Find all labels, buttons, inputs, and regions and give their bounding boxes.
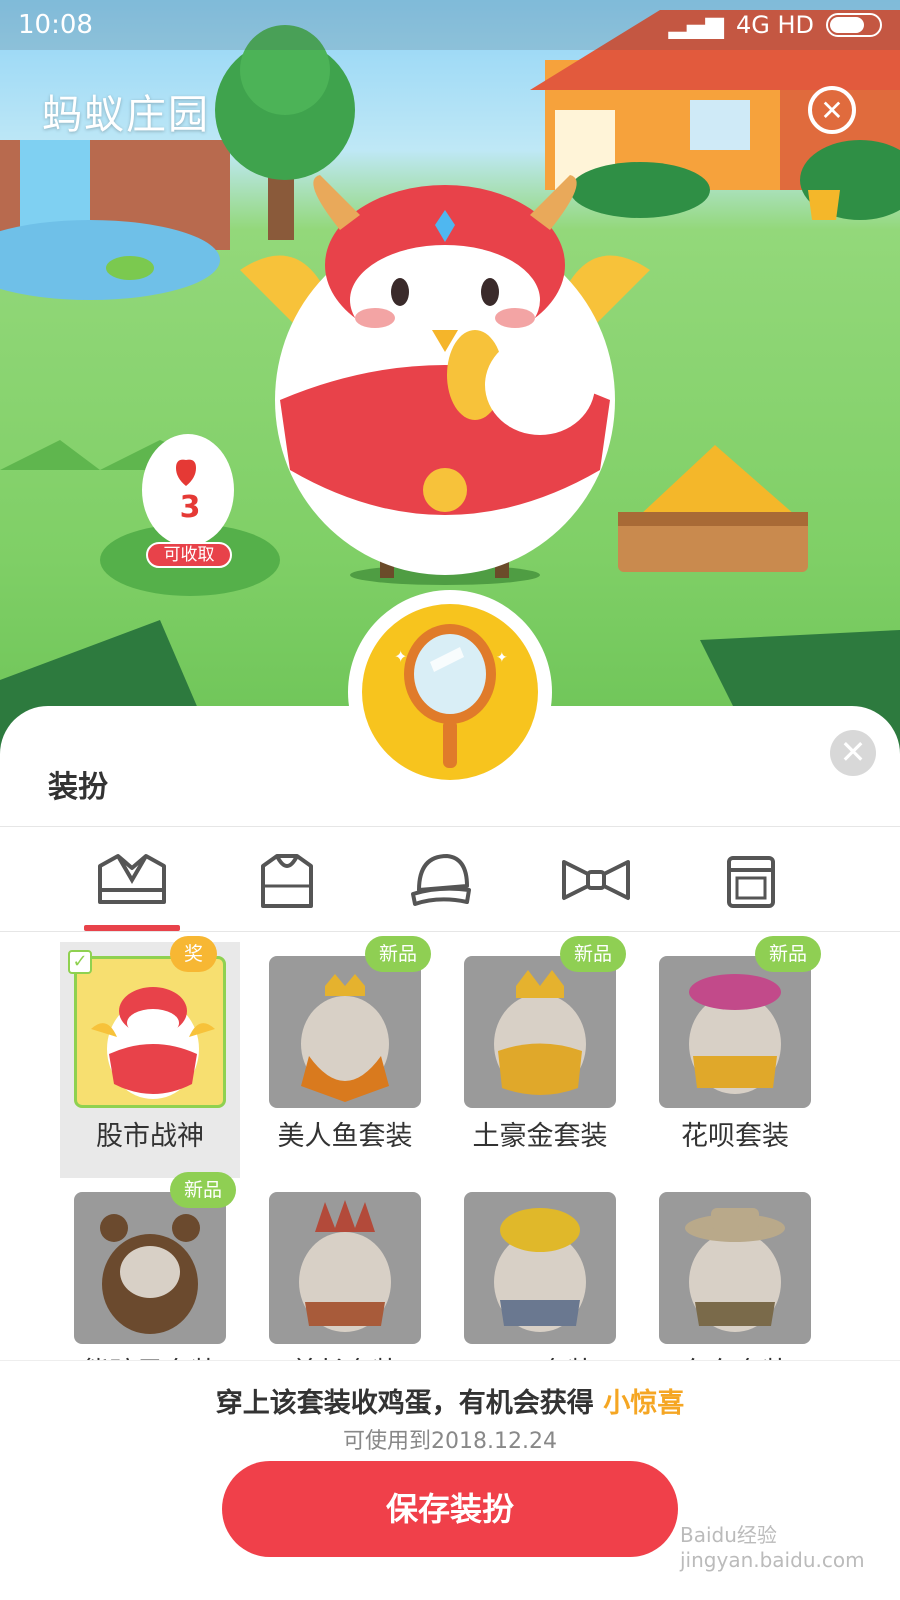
close-app-icon[interactable]: ✕ [808,86,856,134]
panel-title: 装扮 [48,770,108,805]
bowtie-icon [562,860,630,900]
new-badge: 新品 [560,936,627,972]
category-tabs [0,826,900,932]
outfit-thumbnail [659,1192,811,1344]
outfit-hint: 穿上该套装收鸡蛋，有机会获得 小惊喜 [0,1381,900,1420]
watermark-logo: Baidu经验 jingyan.baidu.com [680,1523,865,1572]
selected-check-icon: ✓ [68,950,92,974]
outfit-thumbnail [74,956,226,1108]
svg-text:✦: ✦ [496,650,508,666]
outfit-card-mermaid[interactable]: 新品 美人鱼套装 [255,936,435,1178]
dressup-panel: 装扮 ✕ ✓ 奖 股市战神 新品 美人鱼套装 新品 土豪金套装 新品 花呗套装 … [0,706,900,1600]
save-outfit-button[interactable]: 保存装扮 [222,1461,678,1557]
outfit-card-huabei[interactable]: 新品 花呗套装 [645,936,825,1178]
panel-close-icon[interactable]: ✕ [830,730,876,776]
award-badge: 奖 [170,936,218,972]
expiry-date: 可使用到2018.12.24 [343,1429,557,1454]
outfit-grid: ✓ 奖 股市战神 新品 美人鱼套装 新品 土豪金套装 新品 花呗套装 新品 [0,932,900,1362]
new-badge: 新品 [365,936,432,972]
outfit-card-tycoon-gold[interactable]: 新品 土豪金套装 [450,936,630,1178]
footer: 穿上该套装收鸡蛋，有机会获得 小惊喜 可使用到2018.12.24 保存装扮 B… [0,1360,900,1600]
mirror-button[interactable]: ✦ ✦ [348,590,552,794]
tab-suit[interactable] [67,827,197,933]
egg-count: 3 [179,490,201,525]
outfit-label: 花呗套装 [681,1121,789,1152]
outfit-thumbnail [74,1192,226,1344]
tab-cap[interactable] [376,827,506,933]
outfit-label: 美人鱼套装 [277,1121,413,1152]
cap-icon [411,854,471,906]
suit-icon [98,854,166,904]
tab-bowtie[interactable] [531,827,661,933]
hint-text: 穿上该套装收鸡蛋，有机会获得 [215,1388,604,1419]
egg-collect[interactable]: 3 [144,440,236,550]
new-badge: 新品 [170,1172,237,1208]
battery-icon [826,13,882,37]
svg-text:✦: ✦ [394,647,407,666]
outfit-card-coco[interactable]: 可可套装 [450,1178,630,1362]
network-label: 4G HD [735,11,814,39]
tab-hoodie[interactable] [222,827,352,933]
collect-label[interactable]: 可收取 [146,542,232,568]
outfit-card-bear-kid[interactable]: 新品 熊孩子套装 [60,1172,240,1362]
outfit-thumbnail [269,1192,421,1344]
app-title: 蚂蚁庄园 [42,92,210,138]
outfit-card-dongdong[interactable]: 东东套装 [645,1178,825,1362]
outfit-thumbnail [464,1192,616,1344]
signal-icon: ▂▄▆ [668,11,724,39]
bag-icon [727,856,775,908]
outfit-card-stock-god[interactable]: ✓ 奖 股市战神 [60,936,240,1178]
outfit-thumbnail [269,956,421,1108]
active-tab-indicator [84,925,180,931]
hoodie-icon [261,854,313,908]
hint-accent: 小惊喜 [603,1388,685,1419]
tab-bag[interactable] [686,827,816,933]
status-time: 10:08 [18,10,93,40]
mirror-icon: ✦ ✦ [362,604,538,780]
outfit-label: 股市战神 [96,1121,204,1152]
status-bar: 10:08 ▂▄▆ 4G HD [0,0,900,50]
outfit-card-chief[interactable]: 首长套装 [255,1178,435,1362]
outfit-label: 土豪金套装 [472,1121,608,1152]
new-badge: 新品 [755,936,822,972]
outfit-thumbnail [659,956,811,1108]
outfit-thumbnail [464,956,616,1108]
